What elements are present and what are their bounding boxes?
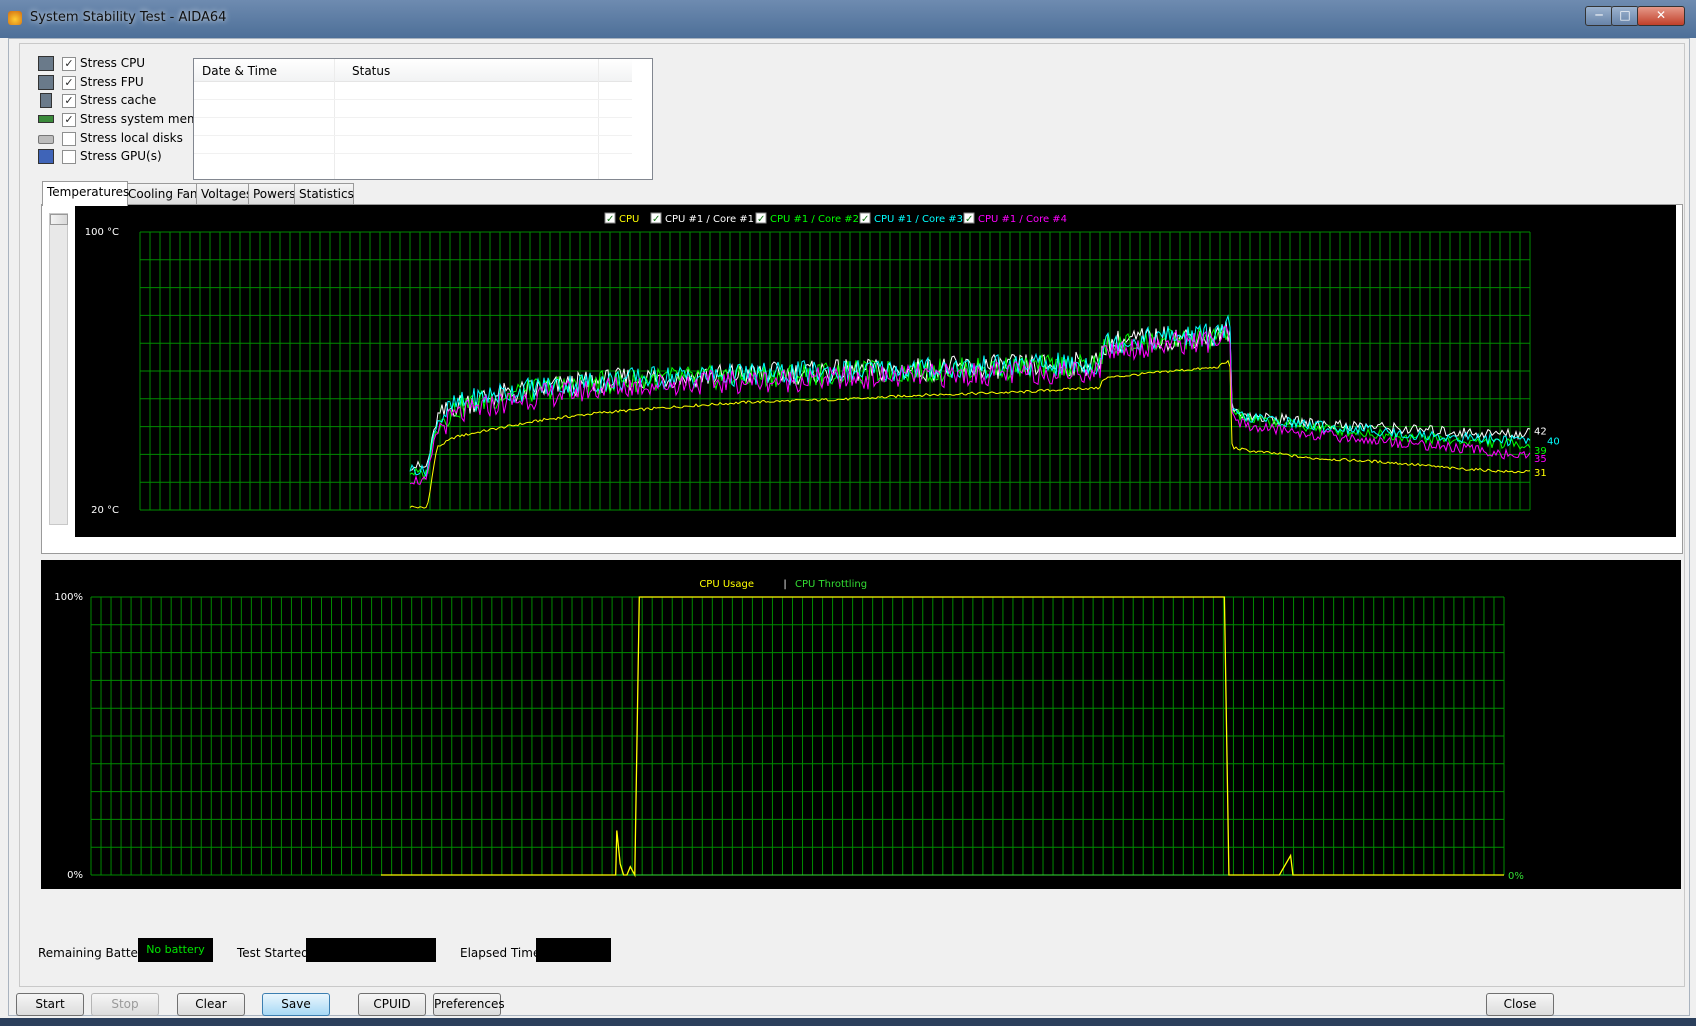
close-window-button[interactable]: ✕ [1637,6,1685,26]
chart-zoom-slider[interactable] [49,213,68,525]
column-status[interactable]: Status [352,64,390,78]
elapsed-time-value [536,938,611,962]
app-window: System Stability Test - AIDA64 ─ □ ✕ ✓ S… [0,0,1696,1018]
legend-entry-label: CPU Usage [699,579,754,590]
tab-temperatures[interactable]: Temperatures [42,181,129,206]
legend-entry-label: CPU #1 / Core #3 [874,214,963,225]
stress-gpu-label: Stress GPU(s) [80,149,162,163]
window-title: System Stability Test - AIDA64 [30,10,227,25]
tab-voltages[interactable]: Voltages [196,183,253,204]
legend-entry-label: CPU #1 / Core #2 [770,214,859,225]
legend-check-mark: ✓ [965,214,973,225]
temperature-chart: 100 °C20 °C✓ CPU ✓ CPU #1 / Core #1 ✓ CPU #1 … [75,205,1676,537]
legend-check-mark: ✓ [652,214,660,225]
y-axis-max-label: 100 °C [85,227,119,238]
stress-fpu-checkbox[interactable]: ✓ [62,76,76,90]
maximize-button[interactable]: □ [1611,6,1639,26]
tab-powers[interactable]: Powers [248,183,299,204]
main-panel: ✓ Stress CPU ✓ Stress FPU ✓ Stress cache… [19,43,1685,987]
cpu-icon [38,56,54,71]
stress-cpu-label: Stress CPU [80,56,146,70]
gpu-icon [38,149,54,164]
column-divider [598,59,599,179]
chart-legend: ✓ CPU ✓ CPU #1 / Core #1 ✓ CPU #1 / Core #2 ✓ C… [604,212,1067,225]
stress-cache-label: Stress cache [80,93,157,107]
taskbar [0,1018,1696,1026]
legend-item[interactable]: ✓ CPU #1 / Core #3 [859,212,963,225]
chart-legend: CPU Usage | CPU Throttling [699,579,867,590]
legend-item[interactable]: ✓ CPU [604,212,639,225]
table-row [194,135,632,136]
legend-check-mark: ✓ [757,214,765,225]
stress-gpu-checkbox[interactable] [62,150,76,164]
fpu-icon [38,75,54,90]
stress-memory-checkbox[interactable]: ✓ [62,113,76,127]
y-axis-min-label: 0% [67,870,83,881]
client-area: ✓ Stress CPU ✓ Stress FPU ✓ Stress cache… [8,38,1690,1016]
aida64-app-icon [8,11,22,25]
legend-check-mark: ✓ [606,214,614,225]
y-axis-min-label: 20 °C [91,505,119,516]
test-started-label: Test Started: [237,946,313,960]
preferences-button[interactable]: Preferences [433,993,505,1016]
legend-item[interactable]: ✓ CPU #1 / Core #4 [963,212,1067,225]
column-divider [334,59,335,179]
cache-icon [40,93,52,108]
chart-background [41,560,1681,889]
table-row [194,153,632,154]
log-table[interactable]: Date & Time Status [193,58,653,180]
legend-item[interactable]: ✓ CPU #1 / Core #1 [650,212,754,225]
stress-cpu-checkbox[interactable]: ✓ [62,57,76,71]
stress-disks-label: Stress local disks [80,131,183,145]
test-started-value [306,938,436,962]
stress-fpu-label: Stress FPU [80,75,144,89]
tab-cooling-fans[interactable]: Cooling Fans [123,183,204,204]
remaining-battery-value: No battery [138,938,213,962]
stress-cache-checkbox[interactable]: ✓ [62,94,76,108]
clear-button[interactable]: Clear [177,993,245,1016]
series-end-value: 0% [1508,871,1524,882]
tab-statistics[interactable]: Statistics [294,183,354,204]
disk-icon [38,135,54,144]
legend-entry-label: CPU [619,214,639,225]
minimize-button[interactable]: ─ [1585,6,1613,26]
series-end-value: 42 [1534,427,1547,438]
log-table-header: Date & Time Status [194,59,632,82]
cpu-usage-chart: 100% 0% CPU Usage | CPU Throttling 0% [41,560,1681,889]
start-button[interactable]: Start [16,993,84,1016]
stress-disks-checkbox[interactable] [62,132,76,146]
slider-thumb[interactable] [50,214,68,225]
legend-item[interactable]: ✓ CPU #1 / Core #2 [755,212,859,225]
series-end-value: 35 [1534,454,1547,465]
series-end-value: 31 [1534,468,1547,479]
table-row [194,117,632,118]
save-button[interactable]: Save [262,993,330,1016]
stop-button[interactable]: Stop [91,993,159,1016]
title-bar[interactable]: System Stability Test - AIDA64 ─ □ ✕ [0,0,1696,38]
y-axis-max-label: 100% [54,592,83,603]
series-end-value: 40 [1547,437,1560,448]
temperatures-tab-panel: 100 °C 20 °C ✓ CPU ✓ CPU #1 / Core #1 ✓ CPU #1 … [41,204,1683,554]
legend-entry-label: CPU Throttling [795,579,867,590]
column-date-time[interactable]: Date & Time [202,64,277,78]
elapsed-time-label: Elapsed Time: [460,946,545,960]
legend-entry-label: CPU #1 / Core #1 [665,214,754,225]
remaining-battery-label: Remaining Battery: [38,946,154,960]
close-button[interactable]: Close [1486,993,1554,1016]
legend-entry-label: CPU #1 / Core #4 [978,214,1067,225]
legend-check-mark: ✓ [861,214,869,225]
cpuid-button[interactable]: CPUID [358,993,426,1016]
legend-separator: | [783,579,786,590]
memory-icon [38,115,54,123]
table-row [194,99,632,100]
